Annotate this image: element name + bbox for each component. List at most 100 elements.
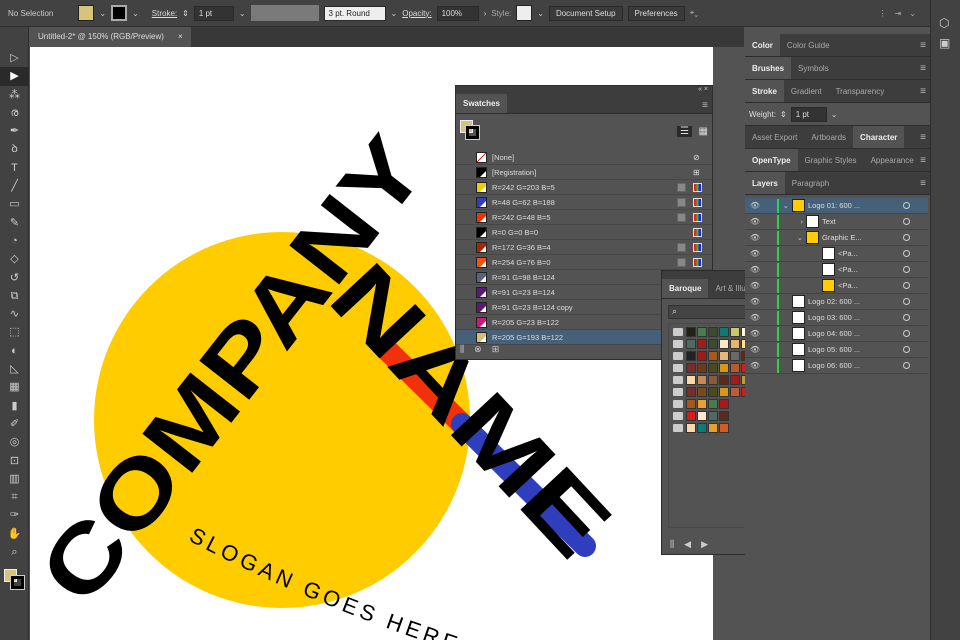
color-swatch[interactable]: [686, 339, 696, 349]
chevron-down-icon[interactable]: ⌄: [239, 9, 246, 18]
document-setup-button[interactable]: Document Setup: [548, 5, 623, 21]
expand-toggle-icon[interactable]: ›: [779, 217, 804, 226]
panel-menu-icon[interactable]: ≡: [920, 86, 926, 97]
tab-baroque[interactable]: Baroque: [662, 279, 709, 298]
color-swatch[interactable]: [697, 351, 707, 361]
color-swatch[interactable]: [708, 327, 718, 337]
layer-row[interactable]: 👁 <Pa...: [745, 262, 928, 278]
color-swatch[interactable]: [730, 351, 740, 361]
free-transform-tool-icon[interactable]: ⬚: [0, 323, 29, 341]
tab-brushes[interactable]: Brushes: [745, 57, 792, 79]
swatch-libraries-icon[interactable]: ⫼: [460, 344, 464, 355]
color-swatch[interactable]: [708, 351, 718, 361]
color-swatch[interactable]: [708, 363, 718, 373]
swatch-item[interactable]: R=0 G=0 B=0: [456, 225, 712, 240]
gradient-tool-icon[interactable]: ▮: [0, 397, 29, 415]
selection-tool-icon[interactable]: ▷: [0, 49, 29, 67]
color-swatch[interactable]: [708, 339, 718, 349]
color-swatch[interactable]: [697, 375, 707, 385]
close-icon[interactable]: ×: [178, 32, 183, 42]
panel-menu-icon[interactable]: ≡: [920, 132, 926, 143]
tab-opentype[interactable]: OpenType: [745, 149, 798, 171]
mesh-tool-icon[interactable]: ▦: [0, 378, 29, 396]
libraries-icon[interactable]: ⬡: [939, 16, 960, 30]
visibility-eye-icon[interactable]: 👁: [745, 297, 765, 306]
layer-name[interactable]: <Pa...: [838, 249, 858, 258]
line-tool-icon[interactable]: ╱: [0, 177, 29, 195]
target-icon[interactable]: [903, 346, 910, 353]
symbol-sprayer-tool-icon[interactable]: ⊡: [0, 452, 29, 470]
visibility-eye-icon[interactable]: 👁: [745, 233, 765, 242]
target-icon[interactable]: [903, 266, 910, 273]
color-swatch[interactable]: [697, 339, 707, 349]
swatch-item[interactable]: [None] ⊘: [456, 150, 712, 165]
color-swatch[interactable]: [719, 363, 729, 373]
visibility-eye-icon[interactable]: 👁: [745, 329, 765, 338]
target-icon[interactable]: [903, 282, 910, 289]
arrange-icon[interactable]: ⌖⌄: [690, 8, 698, 18]
color-swatch[interactable]: [686, 423, 696, 433]
color-swatch[interactable]: [686, 327, 696, 337]
color-swatch[interactable]: [708, 387, 718, 397]
color-swatch[interactable]: [730, 363, 740, 373]
target-icon[interactable]: [903, 362, 910, 369]
warp-tool-icon[interactable]: ∿: [0, 305, 29, 323]
list-view-icon[interactable]: ☰: [677, 126, 692, 137]
chevron-down-icon[interactable]: ⌄: [391, 9, 398, 18]
color-swatch[interactable]: [719, 423, 729, 433]
properties-icon[interactable]: ▣: [939, 36, 960, 50]
color-swatch[interactable]: [719, 339, 729, 349]
color-swatch[interactable]: [686, 351, 696, 361]
layer-row[interactable]: 👁 ⌄ Logo 01: 600 ...: [745, 198, 928, 214]
panel-collapse-icon[interactable]: « ×: [456, 86, 712, 94]
color-swatch[interactable]: [708, 375, 718, 385]
variable-width-profile[interactable]: [250, 5, 319, 21]
stroke-weight-input[interactable]: 1 pt: [193, 5, 234, 21]
color-swatch[interactable]: [686, 399, 696, 409]
color-swatch[interactable]: [730, 327, 740, 337]
tab-color-guide[interactable]: Color Guide: [780, 34, 837, 56]
layer-name[interactable]: Logo 02: 600 ...: [808, 297, 860, 306]
visibility-eye-icon[interactable]: 👁: [745, 265, 765, 274]
tab-symbols[interactable]: Symbols: [791, 57, 836, 79]
visibility-eye-icon[interactable]: 👁: [745, 217, 765, 226]
stroke-stepper-icon[interactable]: ⇕: [182, 9, 189, 18]
hand-tool-icon[interactable]: ✋: [0, 525, 29, 543]
tab-graphic-styles[interactable]: Graphic Styles: [798, 149, 864, 171]
color-swatch[interactable]: [719, 375, 729, 385]
color-swatch[interactable]: [686, 387, 696, 397]
visibility-eye-icon[interactable]: 👁: [745, 201, 765, 210]
preferences-button[interactable]: Preferences: [627, 5, 685, 21]
document-tab[interactable]: Untitled-2* @ 150% (RGB/Preview) ×: [30, 27, 191, 47]
blob-brush-tool-icon[interactable]: ◔: [0, 232, 29, 250]
tab-color[interactable]: Color: [745, 34, 780, 56]
layer-row[interactable]: 👁 <Pa...: [745, 278, 928, 294]
swatch-item[interactable]: R=48 G=62 B=188: [456, 195, 712, 210]
stroke-label[interactable]: Stroke:: [152, 9, 177, 18]
color-swatch[interactable]: [730, 387, 740, 397]
style-swatch[interactable]: [516, 5, 533, 21]
chevron-down-icon[interactable]: ⌄: [99, 9, 106, 18]
fill-stroke-widget[interactable]: [0, 565, 28, 595]
tab-stroke[interactable]: Stroke: [745, 80, 784, 102]
color-swatch[interactable]: [708, 411, 718, 421]
type-tool-icon[interactable]: T: [0, 159, 29, 177]
tab-asset-export[interactable]: Asset Export: [745, 126, 804, 148]
zoom-tool-icon[interactable]: ⌕: [0, 543, 29, 561]
swatch-item[interactable]: R=172 G=36 B=4: [456, 240, 712, 255]
tab-layers[interactable]: Layers: [745, 172, 785, 194]
color-swatch[interactable]: [686, 411, 696, 421]
color-swatch[interactable]: [730, 375, 740, 385]
layer-name[interactable]: Logo 05: 600 ...: [808, 345, 860, 354]
shape-builder-tool-icon[interactable]: ◐: [0, 342, 29, 360]
color-swatch[interactable]: [686, 363, 696, 373]
layer-row[interactable]: 👁 <Pa...: [745, 246, 928, 262]
color-swatch[interactable]: [697, 399, 707, 409]
color-swatch[interactable]: [686, 375, 696, 385]
color-swatch[interactable]: [697, 363, 707, 373]
chevron-down-icon[interactable]: ⌄: [831, 110, 838, 119]
color-swatch[interactable]: [719, 399, 729, 409]
target-icon[interactable]: [903, 298, 910, 305]
eraser-tool-icon[interactable]: ◇: [0, 250, 29, 268]
color-swatch[interactable]: [697, 423, 707, 433]
